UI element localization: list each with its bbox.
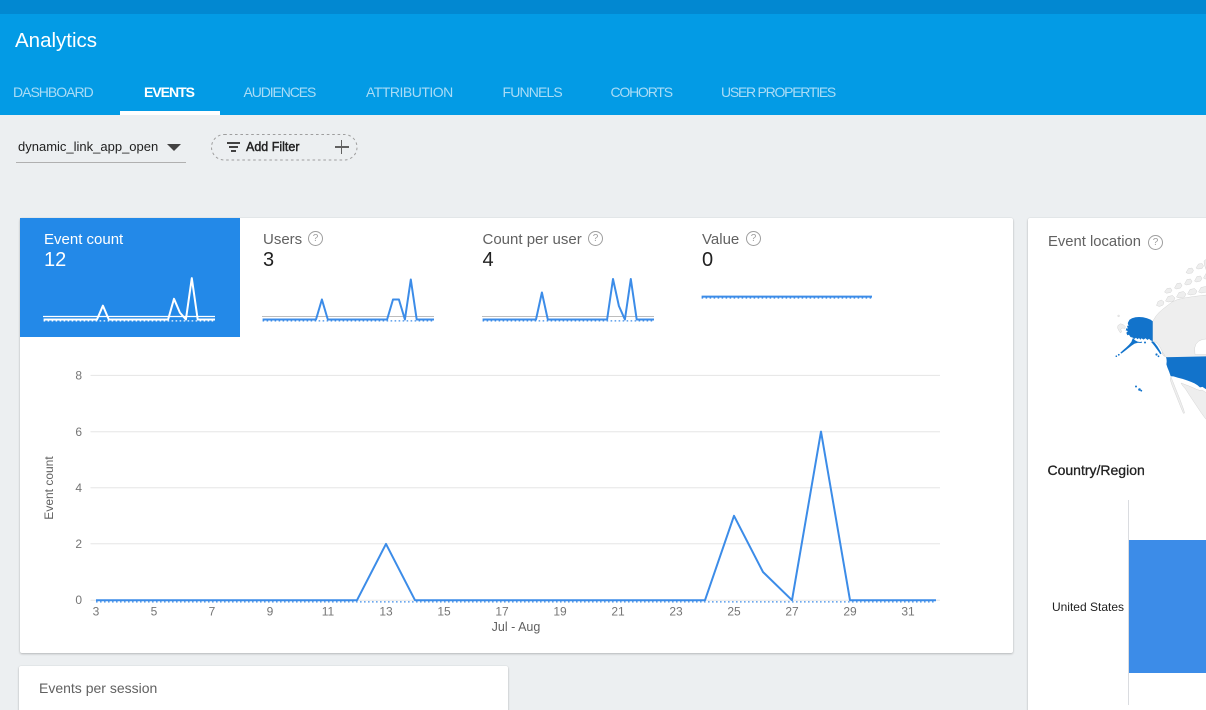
svg-text:3: 3 <box>93 605 100 619</box>
svg-text:6: 6 <box>75 425 82 439</box>
svg-text:0: 0 <box>75 593 82 607</box>
svg-text:27: 27 <box>785 605 799 619</box>
svg-text:15: 15 <box>437 605 451 619</box>
svg-text:5: 5 <box>151 605 158 619</box>
svg-text:21: 21 <box>611 605 625 619</box>
svg-text:17: 17 <box>495 605 509 619</box>
svg-text:29: 29 <box>843 605 857 619</box>
svg-text:Jul - Aug: Jul - Aug <box>492 620 541 634</box>
svg-text:31: 31 <box>901 605 915 619</box>
svg-text:7: 7 <box>209 605 216 619</box>
svg-text:13: 13 <box>379 605 393 619</box>
svg-text:Event count: Event count <box>42 456 56 520</box>
svg-text:8: 8 <box>75 368 82 382</box>
svg-text:25: 25 <box>727 605 741 619</box>
svg-text:9: 9 <box>267 605 274 619</box>
svg-text:23: 23 <box>669 605 683 619</box>
svg-text:2: 2 <box>75 537 82 551</box>
svg-text:19: 19 <box>553 605 567 619</box>
svg-text:4: 4 <box>75 481 82 495</box>
svg-text:11: 11 <box>322 605 335 619</box>
